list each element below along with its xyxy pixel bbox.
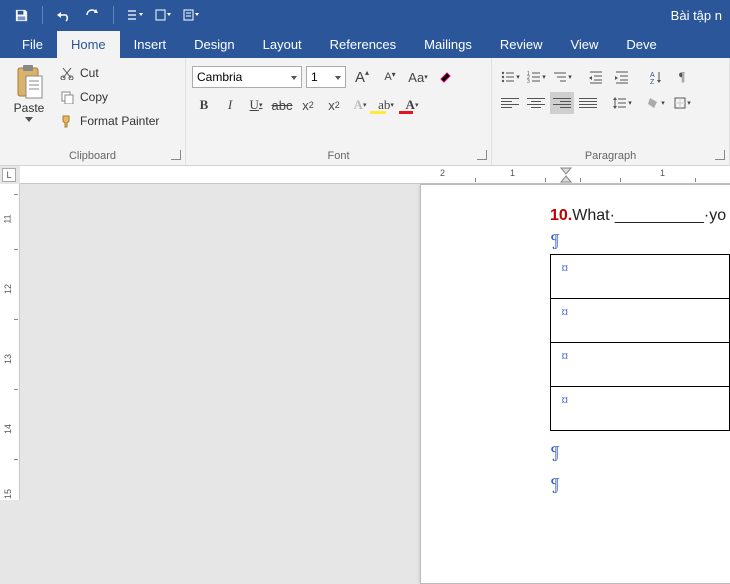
italic-button[interactable]: I	[218, 94, 242, 116]
show-marks-icon[interactable]: ¶	[670, 66, 694, 88]
group-paragraph: ▾ 123▾ ▾ AZ ¶ ▾ ▾ ▾ Para	[492, 58, 730, 165]
ribbon-tabs: File Home Insert Design Layout Reference…	[0, 30, 730, 58]
qat-option-2-icon[interactable]	[150, 2, 176, 28]
line-spacing-icon[interactable]: ▾	[610, 92, 634, 114]
cut-label: Cut	[80, 66, 99, 80]
qat-option-1-icon[interactable]	[122, 2, 148, 28]
font-color-icon[interactable]: A▾	[400, 94, 424, 116]
redo-icon[interactable]	[79, 2, 105, 28]
format-painter-label: Format Painter	[80, 114, 159, 128]
tab-insert[interactable]: Insert	[120, 31, 181, 58]
clipboard-dialog-launcher[interactable]	[171, 150, 181, 160]
bold-button[interactable]: B	[192, 94, 216, 116]
multilevel-list-icon[interactable]: ▾	[550, 66, 574, 88]
subscript-button[interactable]: x2	[296, 94, 320, 116]
shrink-font-icon[interactable]: A▾	[378, 66, 402, 88]
qat-option-3-icon[interactable]	[178, 2, 204, 28]
tab-file[interactable]: File	[8, 31, 57, 58]
separator	[113, 6, 114, 24]
pilcrow-icon: ¶	[550, 230, 561, 251]
grow-font-icon[interactable]: A▴	[350, 66, 374, 88]
svg-text:Z: Z	[650, 79, 655, 84]
pilcrow-icon: ¶	[550, 442, 561, 463]
align-right-icon[interactable]	[550, 92, 574, 114]
underline-button[interactable]: U ▾	[244, 94, 268, 116]
bullets-icon[interactable]: ▾	[498, 66, 522, 88]
align-left-icon[interactable]	[498, 92, 522, 114]
document-area[interactable]: 10.What·__________·yo ¶ ¤ ¤ ¤ ¤ ¶ ¶	[20, 184, 730, 500]
svg-text:3: 3	[527, 79, 530, 84]
font-name-selector[interactable]: Cambria	[192, 66, 302, 88]
clipboard-group-label: Clipboard	[6, 148, 179, 165]
font-group-label: Font	[192, 148, 485, 165]
tab-selector[interactable]: L	[2, 168, 16, 182]
group-clipboard: Paste Cut Copy Format Painter Clipboard	[0, 58, 186, 165]
document-table[interactable]: ¤ ¤ ¤ ¤	[550, 254, 730, 431]
table-cell[interactable]: ¤	[551, 343, 730, 387]
horizontal-ruler[interactable]: 2 1 1	[20, 166, 730, 184]
tab-view[interactable]: View	[556, 31, 612, 58]
svg-text:1: 1	[527, 71, 530, 77]
vertical-ruler[interactable]: 11 12 13 14 15	[0, 184, 20, 500]
change-case-icon[interactable]: Aa▾	[406, 66, 430, 88]
cut-button[interactable]: Cut	[56, 62, 163, 84]
font-size-selector[interactable]: 1	[306, 66, 346, 88]
paste-button[interactable]: Paste	[6, 62, 52, 148]
increase-indent-icon[interactable]	[610, 66, 634, 88]
title-bar: Bài tập n	[0, 0, 730, 30]
decrease-indent-icon[interactable]	[584, 66, 608, 88]
justify-icon[interactable]	[576, 92, 600, 114]
pilcrow-icon: ¶	[550, 474, 561, 495]
copy-label: Copy	[80, 90, 108, 104]
align-center-icon[interactable]	[524, 92, 548, 114]
separator	[42, 6, 43, 24]
borders-icon[interactable]: ▾	[670, 92, 694, 114]
tab-layout[interactable]: Layout	[249, 31, 316, 58]
superscript-button[interactable]: x2	[322, 94, 346, 116]
paragraph-dialog-launcher[interactable]	[715, 150, 725, 160]
text-effects-icon[interactable]: A▾	[348, 94, 372, 116]
tab-design[interactable]: Design	[180, 31, 248, 58]
strikethrough-button[interactable]: abc	[270, 94, 294, 116]
numbering-icon[interactable]: 123▾	[524, 66, 548, 88]
document-line[interactable]: 10.What·__________·yo	[550, 206, 726, 225]
tab-references[interactable]: References	[316, 31, 410, 58]
table-cell[interactable]: ¤	[551, 255, 730, 299]
svg-text:2: 2	[527, 75, 530, 81]
quick-access-toolbar	[8, 2, 204, 28]
tab-home[interactable]: Home	[57, 31, 120, 58]
group-font: Cambria 1 A▴ A▾ Aa▾ B I U ▾ abc x2 x2 A▾…	[186, 58, 492, 165]
font-dialog-launcher[interactable]	[477, 150, 487, 160]
indent-marker-icon[interactable]	[560, 167, 572, 183]
undo-icon[interactable]	[51, 2, 77, 28]
highlight-icon[interactable]: ab▾	[374, 94, 398, 116]
tab-developer[interactable]: Deve	[612, 31, 670, 58]
tab-review[interactable]: Review	[486, 31, 557, 58]
window-title: Bài tập n	[671, 8, 722, 23]
table-cell[interactable]: ¤	[551, 299, 730, 343]
paragraph-group-label: Paragraph	[498, 148, 723, 165]
svg-text:A: A	[650, 72, 655, 79]
clear-formatting-icon[interactable]	[434, 66, 458, 88]
ribbon: Paste Cut Copy Format Painter Clipboard …	[0, 58, 730, 166]
paste-label: Paste	[14, 101, 45, 115]
sort-icon[interactable]: AZ	[644, 66, 668, 88]
copy-button[interactable]: Copy	[56, 86, 163, 108]
save-icon[interactable]	[8, 2, 34, 28]
shading-icon[interactable]: ▾	[644, 92, 668, 114]
format-painter-button[interactable]: Format Painter	[56, 110, 163, 132]
table-cell[interactable]: ¤	[551, 387, 730, 431]
tab-mailings[interactable]: Mailings	[410, 31, 486, 58]
